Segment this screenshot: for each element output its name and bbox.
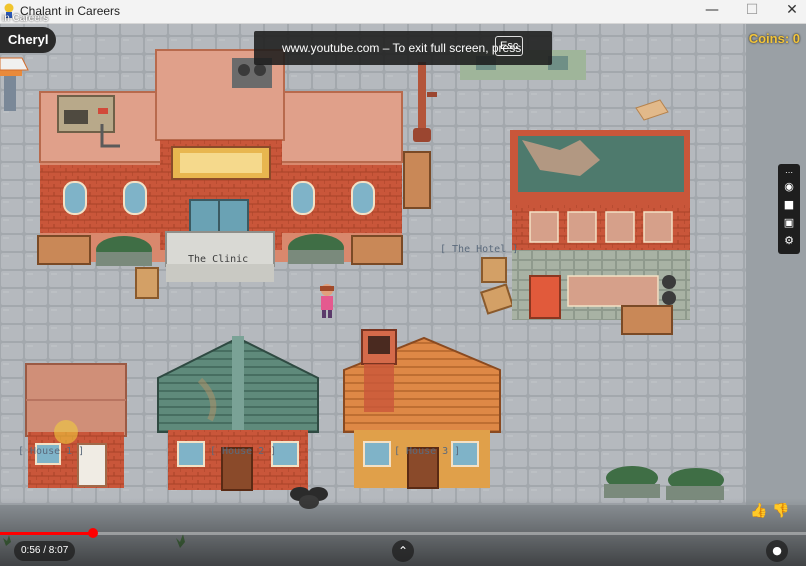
label-the-hotel: [ The Hotel ] bbox=[440, 244, 519, 255]
game-map bbox=[0, 23, 806, 566]
fullscreen-message: www.youtube.com – To exit full screen, p… bbox=[282, 41, 522, 55]
label-house-3: [ House 3 ] bbox=[394, 446, 461, 457]
bench-side bbox=[403, 151, 431, 209]
chevron-up-icon[interactable]: ⌃ bbox=[392, 540, 414, 562]
side-toolbar: ⋯ ◉ ■ ▣ ⚙ bbox=[778, 164, 800, 254]
close-button[interactable]: ✕ bbox=[772, 0, 806, 22]
cursor-highlight bbox=[54, 420, 78, 444]
window-title-overlay: in Careers bbox=[2, 13, 49, 24]
progress-fill bbox=[0, 532, 93, 535]
maximize-button[interactable]: ☐ bbox=[732, 0, 772, 22]
video-icon[interactable]: ■ bbox=[782, 198, 796, 212]
crate bbox=[135, 267, 159, 299]
right-edge-wall bbox=[746, 23, 806, 566]
esc-key-hint: Esc bbox=[495, 36, 524, 56]
camera-icon[interactable]: ◉ bbox=[782, 180, 796, 194]
time-display: 0:56 / 8:07 bbox=[14, 541, 76, 561]
building-hotel bbox=[510, 130, 690, 335]
thumbs-up-icon[interactable]: 👍 bbox=[750, 502, 768, 520]
coins-counter: Coins: 0 bbox=[748, 31, 800, 46]
label-the-clinic: The Clinic bbox=[188, 254, 249, 265]
player-name-badge: Cheryl bbox=[0, 27, 57, 53]
crate bbox=[481, 257, 507, 283]
progress-scrubber[interactable] bbox=[87, 528, 98, 538]
fullscreen-notice: www.youtube.com – To exit full screen, p… bbox=[254, 31, 552, 65]
window-icon[interactable]: ▣ bbox=[782, 216, 796, 230]
label-house-1: [ House 1 ] bbox=[18, 446, 85, 457]
autoplay-toggle-icon[interactable]: ● bbox=[766, 540, 788, 562]
progress-bar[interactable] bbox=[0, 528, 806, 538]
more-icon[interactable]: ⋯ bbox=[782, 166, 796, 180]
thumbs-down-icon[interactable]: 👎 bbox=[772, 502, 790, 520]
label-house-2: [ House 2 ] bbox=[210, 446, 277, 457]
gear-icon[interactable]: ⚙ bbox=[782, 234, 796, 248]
window-titlebar: Chalant in Careers — ☐ ✕ bbox=[0, 0, 806, 24]
minimize-button[interactable]: — bbox=[692, 0, 732, 22]
